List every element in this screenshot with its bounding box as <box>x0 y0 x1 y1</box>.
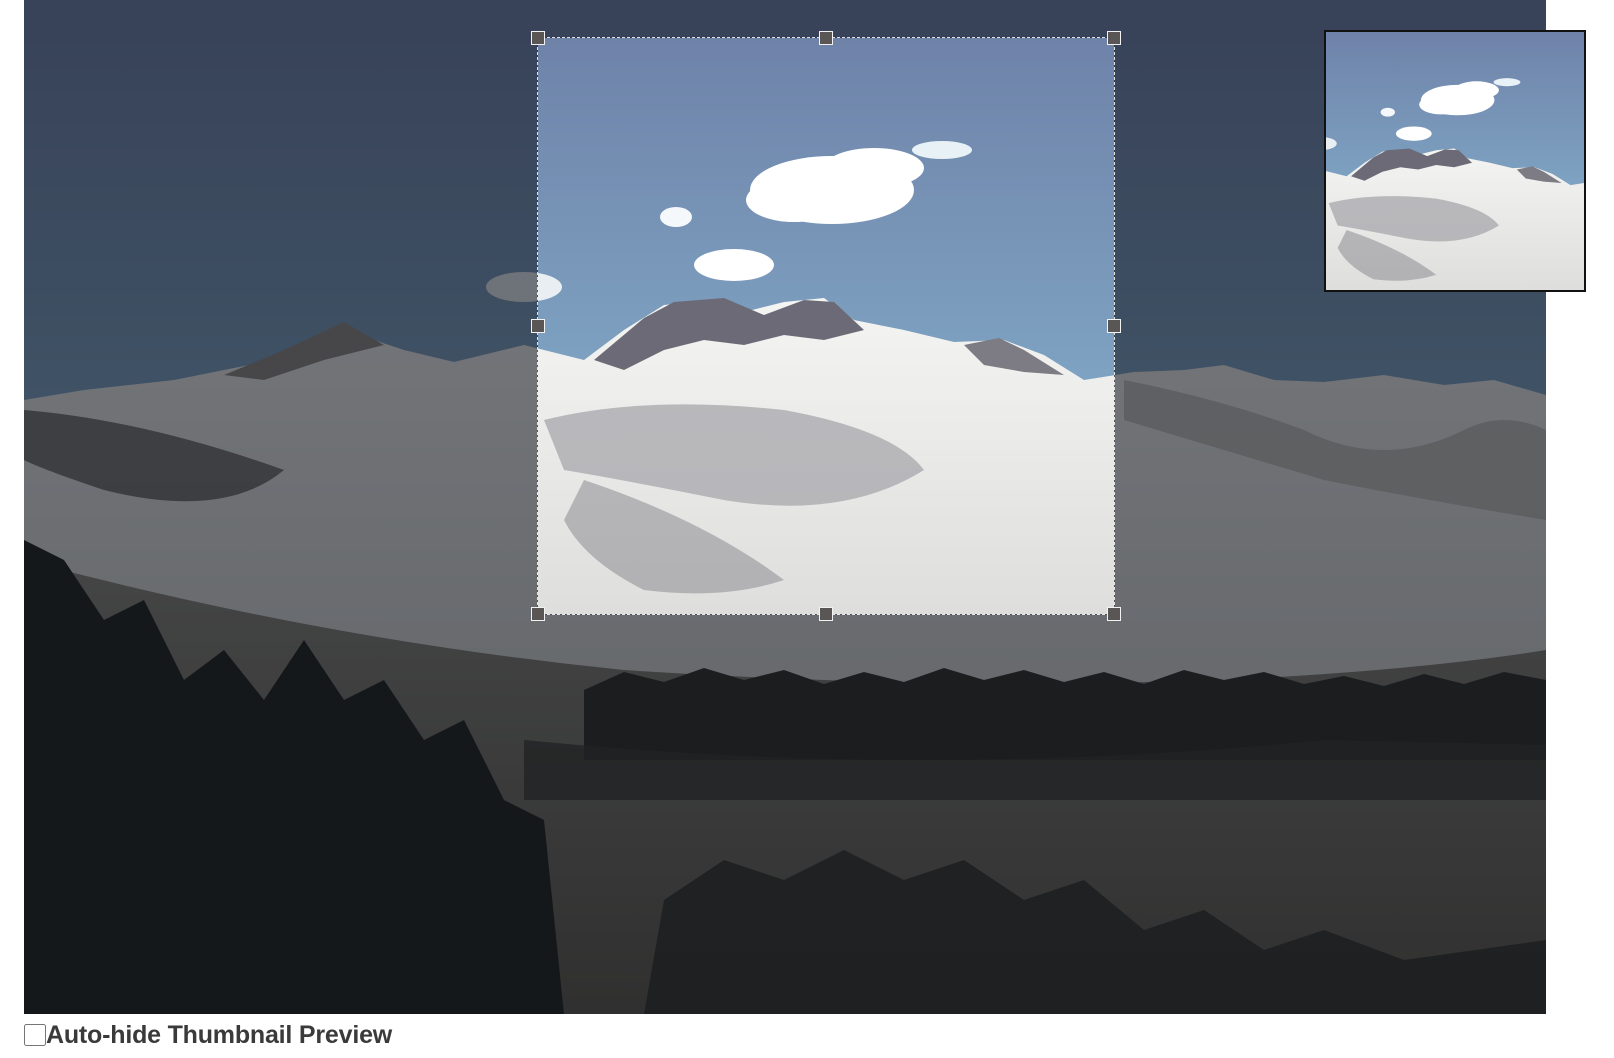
crop-handle-bottom-right[interactable] <box>1107 607 1121 621</box>
thumbnail-preview <box>1324 30 1586 292</box>
crop-handle-top-left[interactable] <box>531 31 545 45</box>
thumbnail-preview-image <box>1326 32 1584 290</box>
image-editor-canvas[interactable] <box>24 0 1546 1014</box>
crop-handle-top[interactable] <box>819 31 833 45</box>
crop-handle-right[interactable] <box>1107 319 1121 333</box>
crop-selection-box[interactable] <box>531 31 1121 621</box>
auto-hide-option[interactable]: Auto-hide Thumbnail Preview <box>24 1020 392 1050</box>
crop-handle-bottom-left[interactable] <box>531 607 545 621</box>
crop-handle-bottom[interactable] <box>819 607 833 621</box>
crop-handle-top-right[interactable] <box>1107 31 1121 45</box>
crop-handle-left[interactable] <box>531 319 545 333</box>
auto-hide-checkbox[interactable] <box>24 1024 46 1046</box>
auto-hide-label[interactable]: Auto-hide Thumbnail Preview <box>46 1020 392 1050</box>
